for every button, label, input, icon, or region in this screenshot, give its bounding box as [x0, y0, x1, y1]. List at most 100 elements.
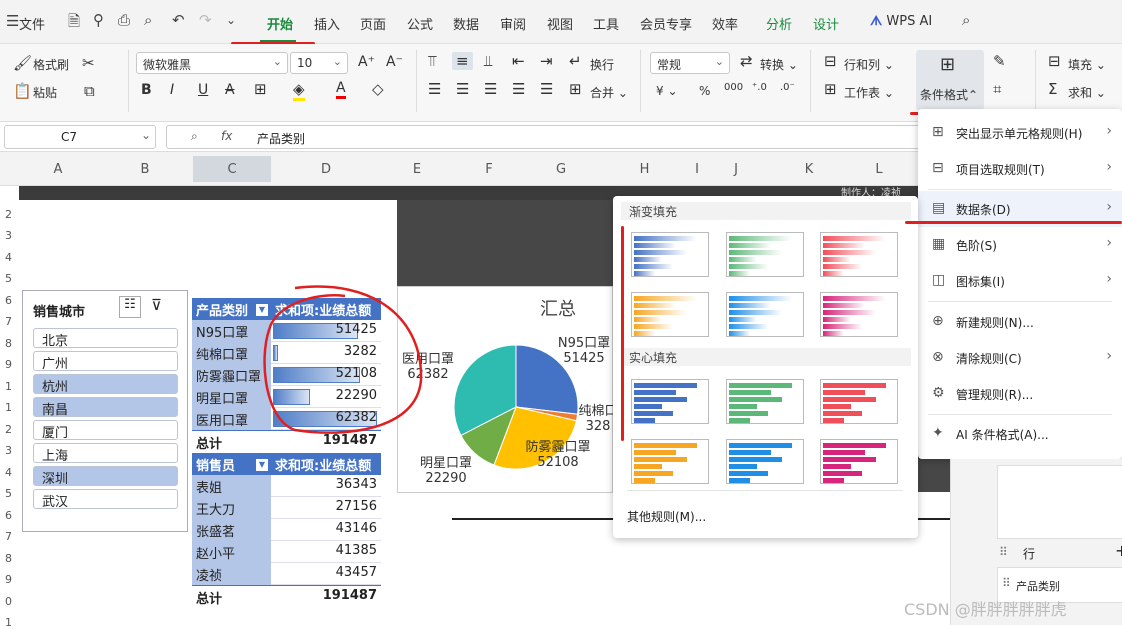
menu-tab[interactable]: 审阅 [500, 14, 526, 33]
pivot-row-value[interactable]: 43146 [271, 519, 381, 541]
bold-icon[interactable]: B [141, 82, 152, 98]
filter-dropdown-icon[interactable]: ▼ [256, 459, 268, 471]
align-top-icon[interactable]: ⫪ [428, 52, 436, 70]
wrap-label[interactable]: 换行 [590, 56, 614, 73]
indent-increase-icon[interactable]: ⇥ [540, 52, 553, 70]
cf-menu-item[interactable]: ✦ AI 条件格式(A)... [918, 416, 1122, 452]
gradient-databar-option[interactable] [726, 292, 804, 337]
menu-icon[interactable]: ☰ [6, 12, 19, 30]
cf-menu-item[interactable]: ⚙ 管理规则(R)... [918, 376, 1122, 412]
menu-tab[interactable]: 公式 [407, 14, 433, 33]
convert-label[interactable]: 转换 ⌄ [760, 56, 798, 73]
pivot-row-label[interactable]: 凌祯 [192, 563, 271, 585]
wps-ai-tab[interactable]: ᗑ WPS AI [870, 14, 932, 29]
column-header-B[interactable]: B [97, 162, 193, 177]
row-header[interactable]: 9 [0, 573, 12, 586]
worksheet-icon[interactable]: ⊞ [824, 80, 837, 98]
column-header-G[interactable]: G [525, 162, 597, 177]
menu-tab[interactable]: 设计 [813, 14, 839, 33]
solid-databar-option[interactable] [631, 379, 709, 424]
slicer-item[interactable]: 武汉 [33, 489, 178, 510]
add-icon[interactable]: + [1115, 541, 1122, 560]
style-icon[interactable]: ✎ [993, 52, 1006, 70]
percent-icon[interactable]: % [699, 84, 710, 98]
solid-databar-option[interactable] [726, 439, 804, 484]
sum-label[interactable]: 求和 ⌄ [1068, 84, 1106, 101]
align-bottom-icon[interactable]: ⫫ [484, 52, 492, 70]
gradient-databar-option[interactable] [820, 232, 898, 277]
row-header[interactable]: 1 [0, 380, 12, 393]
distribute-icon[interactable]: ☰ [540, 80, 553, 98]
row-header[interactable]: 1 [0, 401, 12, 414]
row-header[interactable]: 4 [0, 251, 12, 264]
menu-tab[interactable]: 页面 [360, 14, 386, 33]
cf-menu-item[interactable]: ⊞ 突出显示单元格规则(H) › [918, 115, 1122, 151]
row-header[interactable]: 8 [0, 552, 12, 565]
column-header-K[interactable]: K [770, 162, 848, 177]
pivot-row-value[interactable]: 43457 [271, 563, 381, 585]
justify-icon[interactable]: ☰ [512, 80, 525, 98]
row-header[interactable]: 1 [0, 616, 12, 629]
fill-color-icon[interactable]: ◈ [293, 80, 305, 101]
pivot-row-label[interactable]: 王大刀 [192, 497, 271, 519]
slicer-item[interactable]: 北京 [33, 328, 178, 349]
clear-filter-icon[interactable]: ⊽ [151, 296, 162, 314]
align-right-icon[interactable]: ☰ [484, 80, 497, 98]
fill-label[interactable]: 填充 ⌄ [1068, 56, 1106, 73]
conditional-format-button[interactable]: ⊞ 条件格式⌃ [916, 50, 984, 110]
decrease-decimal-icon[interactable]: .0⁻ [780, 82, 795, 93]
name-box[interactable]: C7 ⌄ [4, 125, 156, 149]
align-center-icon[interactable]: ☰ [456, 80, 469, 98]
cf-menu-item[interactable]: ⊕ 新建规则(N)... [918, 304, 1122, 340]
rows-cols-label[interactable]: 行和列 ⌄ [844, 56, 894, 73]
copy-icon[interactable]: ⧉ [84, 82, 95, 100]
slicer-item[interactable]: 深圳 [33, 466, 178, 487]
pivot-row-value[interactable]: 36343 [271, 475, 381, 497]
format-painter-icon[interactable]: 🖌 [13, 54, 32, 72]
align-middle-icon[interactable]: ≡ [452, 52, 473, 70]
slicer-item[interactable]: 厦门 [33, 420, 178, 441]
row-header[interactable]: 0 [0, 595, 12, 608]
column-header-J[interactable]: J [702, 162, 770, 177]
column-header-H[interactable]: H [597, 162, 692, 177]
strikethrough-icon[interactable]: A [225, 82, 235, 98]
print-preview-icon[interactable]: ⌕ [144, 11, 152, 29]
row-header[interactable]: 3 [0, 444, 12, 457]
paste-label[interactable]: 粘贴 [33, 84, 57, 101]
wrap-icon[interactable]: ↵ [569, 52, 582, 70]
print-icon[interactable]: ⎙ [118, 11, 130, 29]
column-header-A[interactable]: A [19, 162, 97, 177]
format-painter-label[interactable]: 格式刷 [33, 56, 69, 73]
cf-menu-item[interactable]: ▦ 色阶(S) › [918, 227, 1122, 263]
align-left-icon[interactable]: ☰ [428, 80, 441, 98]
row-header[interactable]: 6 [0, 509, 12, 522]
row-header[interactable]: 9 [0, 358, 12, 371]
font-size-select[interactable]: 10 ⌄ [290, 52, 348, 74]
currency-icon[interactable]: ¥ ⌄ [656, 84, 678, 98]
increase-decimal-icon[interactable]: ⁺.0 [752, 82, 767, 93]
other-rules-item[interactable]: 其他规则(M)... [627, 508, 706, 525]
paste-icon[interactable]: 📋 [13, 82, 32, 100]
column-header-E[interactable]: E [381, 162, 453, 177]
underline-icon[interactable]: U [198, 82, 208, 98]
customize-icon[interactable]: ⌄ [226, 13, 236, 27]
menu-tab[interactable]: 分析 [766, 14, 792, 33]
slicer-item[interactable]: 广州 [33, 351, 178, 372]
gradient-databar-option[interactable] [820, 292, 898, 337]
slicer-item[interactable]: 南昌 [33, 397, 178, 418]
gradient-databar-option[interactable] [726, 232, 804, 277]
filter-dropdown-icon[interactable]: ▼ [256, 304, 268, 316]
font-name-select[interactable]: 微软雅黑 ⌄ [136, 52, 288, 74]
column-header-L[interactable]: L [848, 162, 910, 177]
row-header[interactable]: 5 [0, 272, 12, 285]
sum-icon[interactable]: Σ [1048, 80, 1057, 98]
increase-font-icon[interactable]: A⁺ [358, 54, 375, 70]
menu-tab[interactable]: 视图 [547, 14, 573, 33]
column-header-I[interactable]: I [692, 162, 702, 177]
font-color-icon[interactable]: A [336, 80, 346, 99]
convert-icon[interactable]: ⇄ [740, 52, 753, 70]
menu-tab[interactable]: 开始 [267, 14, 293, 33]
formula-input[interactable]: ⌕ fx 产品类别 [166, 125, 950, 149]
menu-tab[interactable]: 数据 [453, 14, 479, 33]
cf-menu-item[interactable]: ⊗ 清除规则(C) › [918, 340, 1122, 376]
